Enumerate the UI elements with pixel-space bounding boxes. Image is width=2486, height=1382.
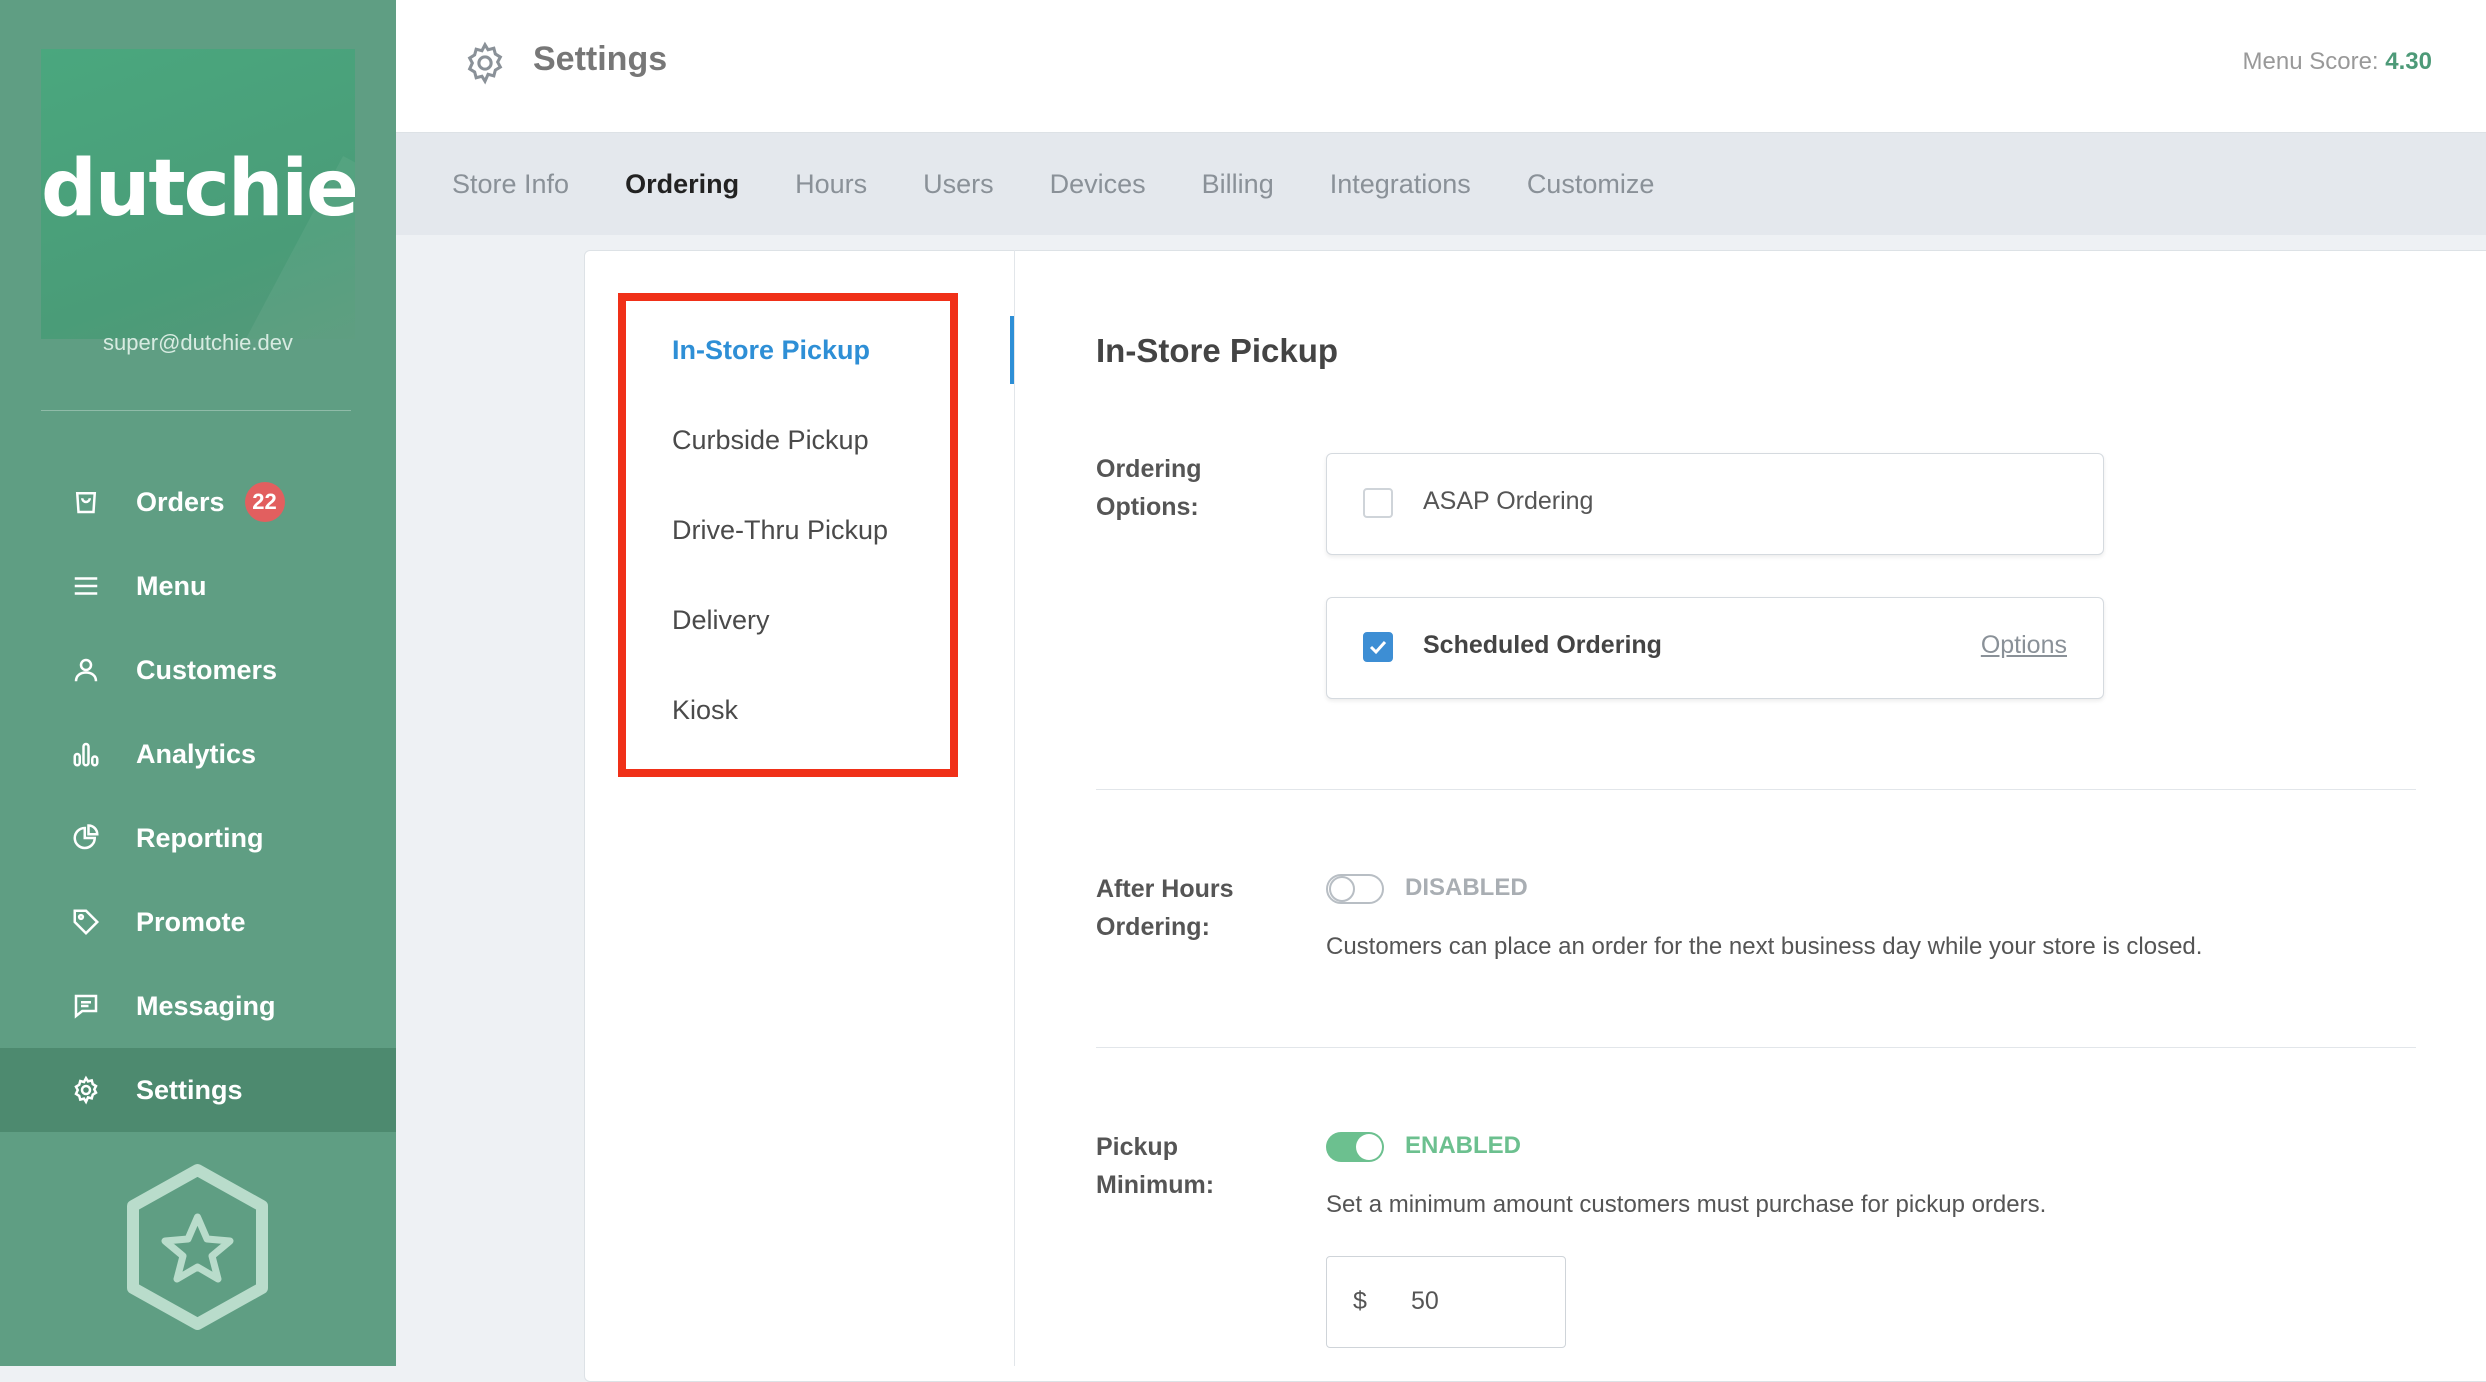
asap-ordering-checkbox[interactable] [1363, 488, 1393, 518]
section-divider [1096, 1047, 2416, 1048]
checkmark-icon [1369, 640, 1387, 655]
sidebar-item-analytics[interactable]: Analytics [0, 712, 396, 796]
gear-icon [467, 41, 503, 85]
orders-count-badge: 22 [244, 482, 285, 522]
page-header: Settings Menu Score: 4.30 [396, 0, 2486, 133]
user-email: super@dutchie.dev [103, 330, 293, 355]
logo-text: dutchie [41, 144, 355, 234]
person-icon [70, 654, 102, 686]
section-divider [1096, 789, 2416, 790]
menu-score-label: Menu Score: [2242, 48, 2379, 75]
sidebar-item-label: Promote [136, 906, 246, 937]
bag-icon [70, 486, 102, 518]
pickup-minimum-label: Pickup Minimum: [1096, 1133, 1215, 1199]
pickup-minimum-amount-field[interactable]: $ 50 [1326, 1256, 1566, 1348]
menu-score: Menu Score: 4.30 [2243, 48, 2432, 76]
sidebar-item-label: Settings [136, 1074, 243, 1105]
toggle-knob [1329, 876, 1355, 902]
asap-ordering-option[interactable]: ASAP Ordering [1326, 453, 2104, 555]
menu-score-value: 4.30 [2385, 48, 2432, 75]
scheduled-ordering-options-link[interactable]: Options [1981, 631, 2067, 660]
sidebar-item-reporting[interactable]: Reporting [0, 796, 396, 880]
sidebar: dutchie super@dutchie.dev Orders 22 Menu… [0, 0, 396, 1366]
chat-icon [70, 990, 102, 1022]
tab-billing[interactable]: Billing [1202, 169, 1274, 200]
star-hexagon-icon[interactable] [120, 1162, 275, 1332]
tab-devices[interactable]: Devices [1050, 169, 1146, 200]
sidebar-item-label: Orders [136, 486, 225, 517]
sidebar-item-orders[interactable]: Orders 22 [0, 460, 396, 544]
scheduled-ordering-checkbox[interactable] [1363, 632, 1393, 662]
list-icon [70, 570, 102, 602]
pickup-minimum-amount[interactable]: 50 [1411, 1287, 1439, 1316]
after-hours-label: After Hours Ordering: [1096, 875, 1234, 941]
page-title: Settings [533, 40, 668, 78]
tab-hours[interactable]: Hours [795, 169, 867, 200]
after-hours-description: Customers can place an order for the nex… [1326, 933, 2203, 960]
tab-store-info[interactable]: Store Info [452, 169, 569, 200]
settings-tabs: Store Info Ordering Hours Users Devices … [396, 133, 2486, 235]
ordering-options-label: Ordering Options: [1096, 455, 1202, 521]
section-title: In-Store Pickup [1096, 332, 1339, 369]
sidebar-item-label: Customers [136, 654, 278, 685]
toggle-knob [1356, 1134, 1382, 1160]
sidebar-divider [41, 410, 351, 411]
bar-chart-icon [70, 738, 102, 770]
sidebar-item-messaging[interactable]: Messaging [0, 964, 396, 1048]
active-section-marker [1010, 316, 1014, 384]
pickup-minimum-toggle[interactable] [1326, 1132, 1384, 1162]
scheduled-ordering-label: Scheduled Ordering [1423, 631, 1662, 659]
tab-integrations[interactable]: Integrations [1330, 169, 1471, 200]
tab-customize[interactable]: Customize [1527, 169, 1655, 200]
sidebar-item-settings[interactable]: Settings [0, 1048, 396, 1132]
tag-icon [70, 906, 102, 938]
scheduled-ordering-option[interactable]: Scheduled Ordering Options [1326, 597, 2104, 699]
tab-ordering[interactable]: Ordering [625, 169, 739, 200]
sidebar-item-menu[interactable]: Menu [0, 544, 396, 628]
currency-symbol: $ [1353, 1287, 1367, 1315]
sidebar-item-label: Reporting [136, 822, 264, 853]
logo[interactable]: dutchie [41, 49, 355, 339]
pickup-minimum-state: ENABLED [1405, 1132, 1522, 1159]
sidebar-item-label: Messaging [136, 990, 276, 1021]
gear-icon [70, 1074, 102, 1106]
sidebar-item-label: Analytics [136, 738, 257, 769]
sidebar-item-promote[interactable]: Promote [0, 880, 396, 964]
tab-users[interactable]: Users [923, 169, 994, 200]
after-hours-toggle[interactable] [1326, 874, 1384, 904]
pie-chart-icon [70, 822, 102, 854]
asap-ordering-label: ASAP Ordering [1423, 487, 1594, 515]
highlight-box [618, 293, 958, 777]
sidebar-item-label: Menu [136, 570, 207, 601]
sidebar-nav: Orders 22 Menu Customers Analytics Repor… [0, 460, 396, 1132]
sidebar-item-customers[interactable]: Customers [0, 628, 396, 712]
pickup-minimum-description: Set a minimum amount customers must purc… [1326, 1191, 2047, 1218]
after-hours-state: DISABLED [1405, 874, 1528, 901]
